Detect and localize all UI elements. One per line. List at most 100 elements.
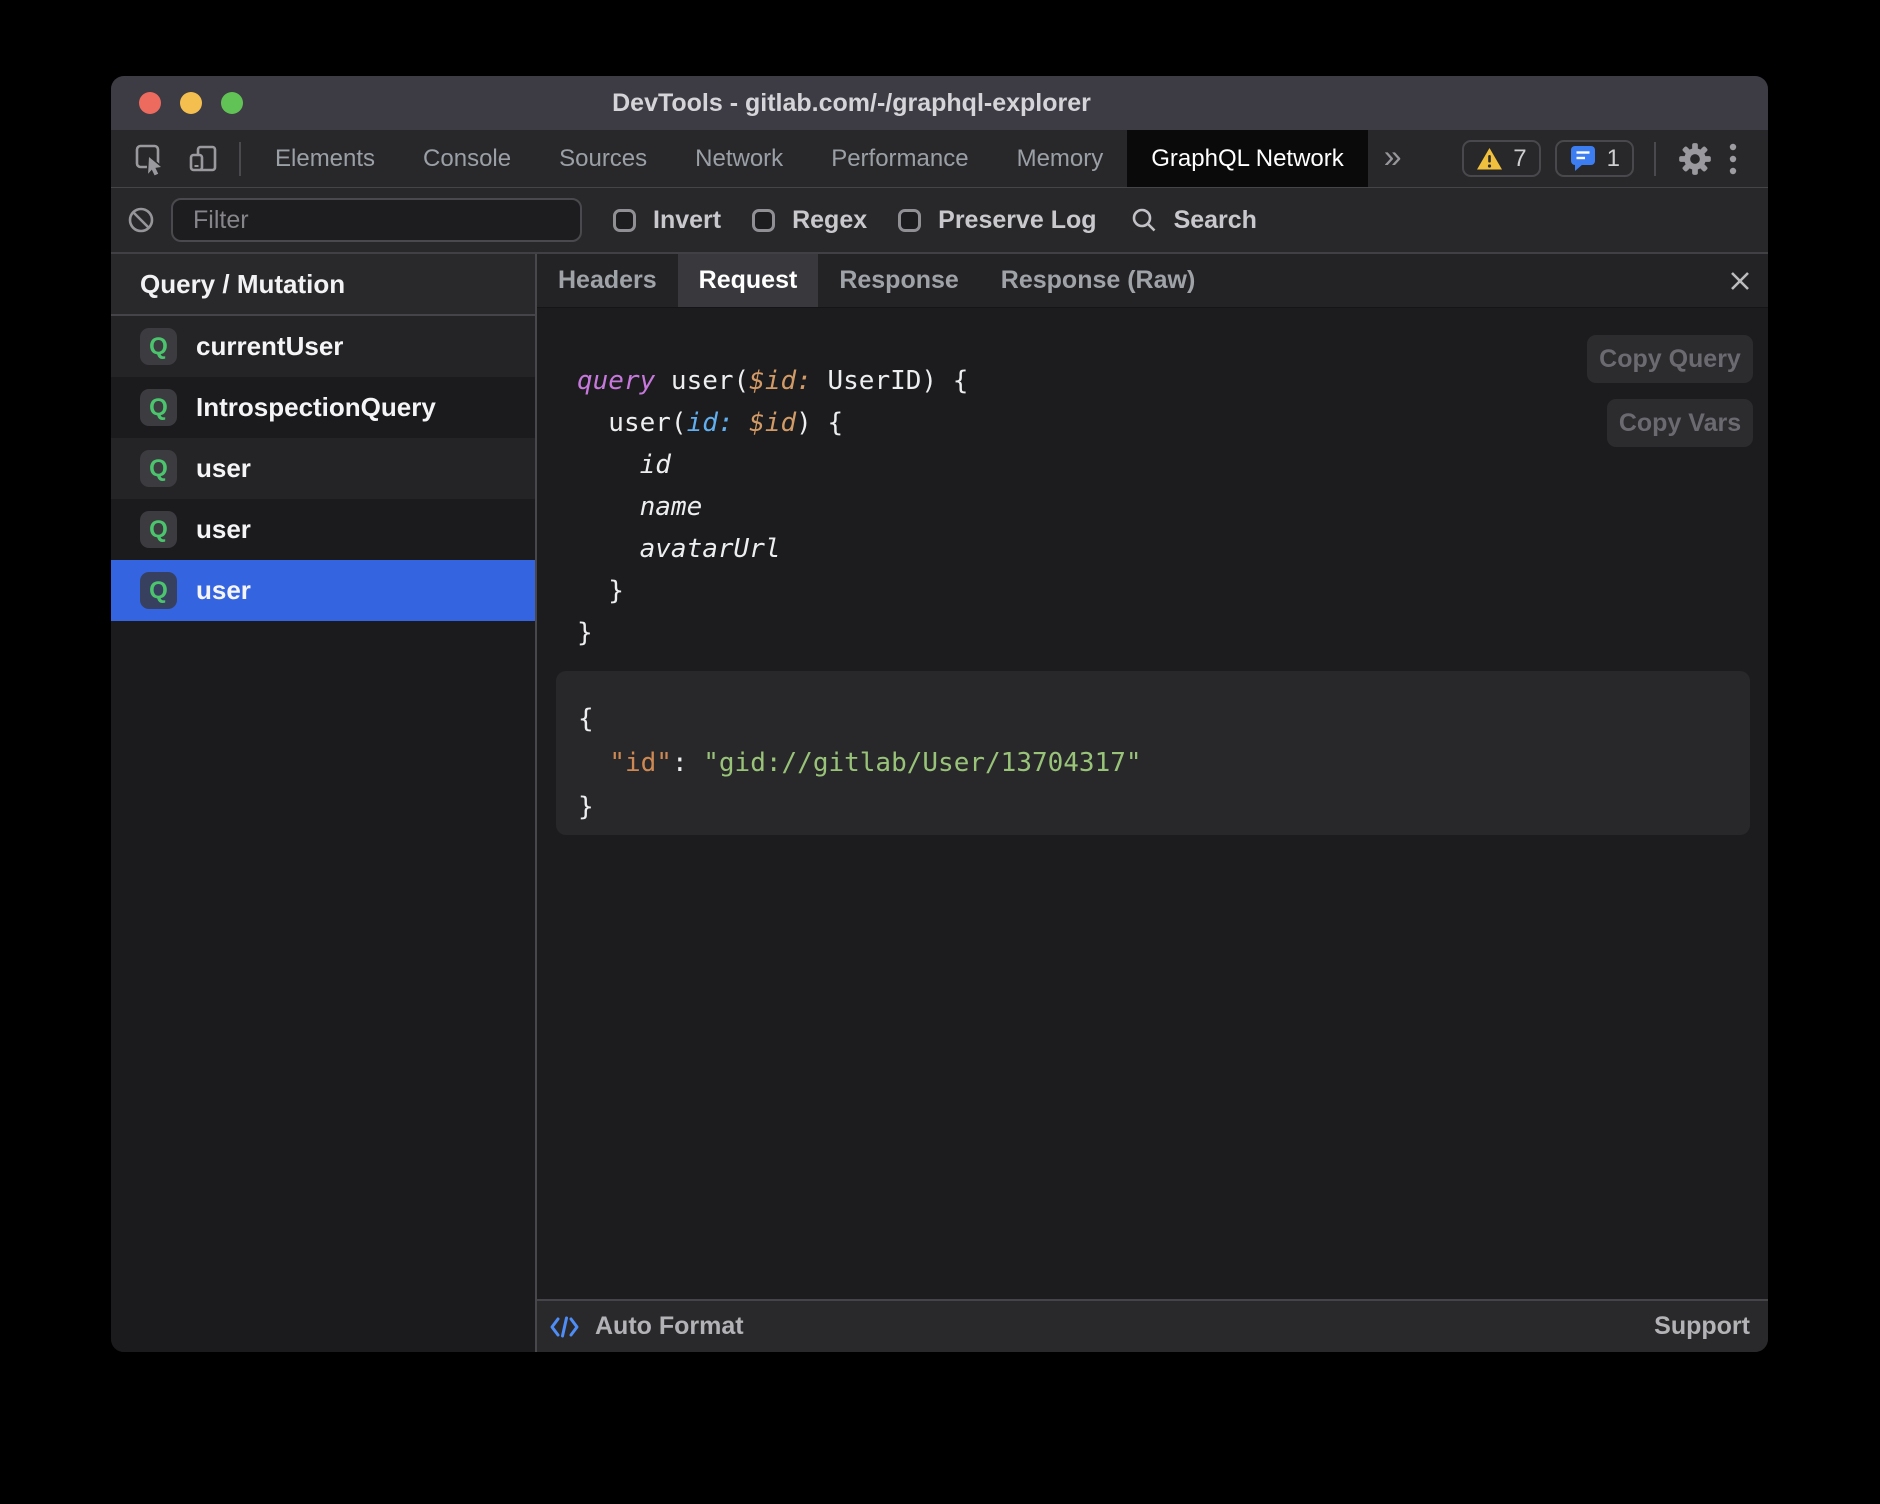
close-window-button[interactable] — [139, 92, 161, 114]
tab-elements[interactable]: Elements — [251, 130, 399, 187]
zoom-window-button[interactable] — [221, 92, 243, 114]
code-token: UserID) { — [812, 366, 969, 396]
preserve-log-checkbox[interactable] — [898, 209, 921, 232]
code-token: id: — [687, 408, 734, 438]
code-line: } — [578, 785, 1750, 829]
copy-buttons: Copy Query Copy Vars — [1587, 335, 1753, 447]
query-name: user — [196, 514, 251, 545]
minimize-window-button[interactable] — [180, 92, 202, 114]
query-name: currentUser — [196, 331, 343, 362]
graphql-query-code: query user($id: UserID) { user(id: $id) … — [577, 360, 968, 654]
tab-response[interactable]: Response — [818, 254, 979, 307]
query-list-item-selected[interactable]: Q user — [111, 560, 535, 621]
detail-footer: Auto Format Support — [537, 1299, 1768, 1352]
query-list-item[interactable]: Q IntrospectionQuery — [111, 377, 535, 438]
more-tabs-chevron-icon[interactable]: » — [1384, 130, 1402, 187]
title-bar: DevTools - gitlab.com/-/graphql-explorer — [111, 76, 1768, 130]
copy-vars-button[interactable]: Copy Vars — [1607, 399, 1753, 447]
code-line: name — [577, 486, 968, 528]
query-type-badge: Q — [140, 389, 177, 426]
traffic-lights — [139, 76, 243, 130]
code-token: { — [578, 704, 594, 734]
code-token: id — [640, 450, 671, 480]
search-icon — [1130, 206, 1158, 234]
query-list-item[interactable]: Q user — [111, 438, 535, 499]
code-token — [577, 492, 640, 522]
devtools-window: DevTools - gitlab.com/-/graphql-explorer — [111, 76, 1768, 1352]
code-token: "id" — [609, 748, 672, 778]
settings-gear-icon[interactable] — [1676, 140, 1714, 178]
toolbar-icon-group — [133, 130, 221, 187]
filter-input[interactable] — [171, 198, 582, 242]
tab-headers[interactable]: Headers — [537, 254, 678, 307]
window-title: DevTools - gitlab.com/-/graphql-explorer — [612, 89, 1091, 118]
search-button[interactable]: Search — [1130, 206, 1257, 235]
tab-performance[interactable]: Performance — [807, 130, 992, 187]
code-token: user( — [655, 366, 749, 396]
code-token — [734, 408, 750, 438]
query-type-badge: Q — [140, 572, 177, 609]
code-token — [577, 534, 640, 564]
code-token: } — [577, 618, 593, 648]
code-brackets-icon — [549, 1314, 580, 1340]
message-icon — [1569, 144, 1597, 173]
invert-label: Invert — [653, 206, 721, 235]
code-token: $id: — [749, 366, 812, 396]
auto-format-label: Auto Format — [595, 1312, 744, 1341]
query-type-badge: Q — [140, 450, 177, 487]
close-detail-button[interactable] — [1728, 254, 1752, 307]
regex-label: Regex — [792, 206, 867, 235]
code-line: { — [578, 697, 1750, 741]
inspect-element-icon[interactable] — [133, 142, 167, 176]
warnings-badge[interactable]: 7 — [1462, 140, 1540, 177]
clear-block-icon[interactable] — [127, 206, 155, 234]
query-name: IntrospectionQuery — [196, 392, 436, 423]
toolbar-right-group: 7 1 — [1462, 130, 1738, 187]
detail-pane: Headers Request Response Response (Raw) … — [537, 254, 1768, 1352]
code-token: $id — [749, 408, 796, 438]
query-variables-box: { "id": "gid://gitlab/User/13704317"} — [556, 671, 1750, 835]
tab-graphql-network[interactable]: GraphQL Network — [1127, 130, 1368, 187]
tab-sources[interactable]: Sources — [535, 130, 671, 187]
invert-checkbox[interactable] — [613, 209, 636, 232]
auto-format-button[interactable]: Auto Format — [549, 1312, 744, 1341]
code-token: } — [578, 792, 594, 822]
code-token — [578, 748, 609, 778]
request-content: query user($id: UserID) { user(id: $id) … — [537, 308, 1768, 1299]
code-line: query user($id: UserID) { — [577, 360, 968, 402]
code-line: user(id: $id) { — [577, 402, 968, 444]
device-toolbar-icon[interactable] — [187, 142, 221, 176]
query-list-item[interactable]: Q currentUser — [111, 316, 535, 377]
code-token: name — [640, 492, 703, 522]
kebab-menu-icon[interactable] — [1728, 141, 1738, 177]
support-link[interactable]: Support — [1654, 1312, 1750, 1341]
issues-badge[interactable]: 1 — [1555, 140, 1634, 177]
query-name: user — [196, 575, 251, 606]
query-type-badge: Q — [140, 511, 177, 548]
detail-tab-bar: Headers Request Response Response (Raw) — [537, 254, 1768, 308]
toolbar-divider — [239, 142, 241, 176]
code-token: avatarUrl — [640, 534, 781, 564]
code-token: : — [672, 748, 703, 778]
code-token: ) { — [796, 408, 843, 438]
code-token: query — [577, 366, 655, 396]
devtools-toolbar: Elements Console Sources Network Perform… — [111, 130, 1768, 188]
code-token: user( — [577, 408, 687, 438]
tab-network[interactable]: Network — [671, 130, 807, 187]
filter-bar: Invert Regex Preserve Log Search — [111, 188, 1768, 254]
tab-console[interactable]: Console — [399, 130, 535, 187]
main-body: Query / Mutation Q currentUser Q Introsp… — [111, 254, 1768, 1352]
message-count: 1 — [1607, 145, 1620, 173]
toolbar-right-divider — [1654, 142, 1656, 176]
code-line: } — [577, 570, 968, 612]
tab-memory[interactable]: Memory — [993, 130, 1128, 187]
tab-request[interactable]: Request — [678, 254, 819, 307]
regex-checkbox[interactable] — [752, 209, 775, 232]
preserve-log-checkbox-group: Preserve Log — [898, 206, 1096, 235]
close-icon — [1728, 269, 1752, 293]
tab-response-raw[interactable]: Response (Raw) — [980, 254, 1216, 307]
code-line: "id": "gid://gitlab/User/13704317" — [578, 741, 1750, 785]
query-list-item[interactable]: Q user — [111, 499, 535, 560]
warning-count: 7 — [1513, 145, 1526, 173]
copy-query-button[interactable]: Copy Query — [1587, 335, 1753, 383]
